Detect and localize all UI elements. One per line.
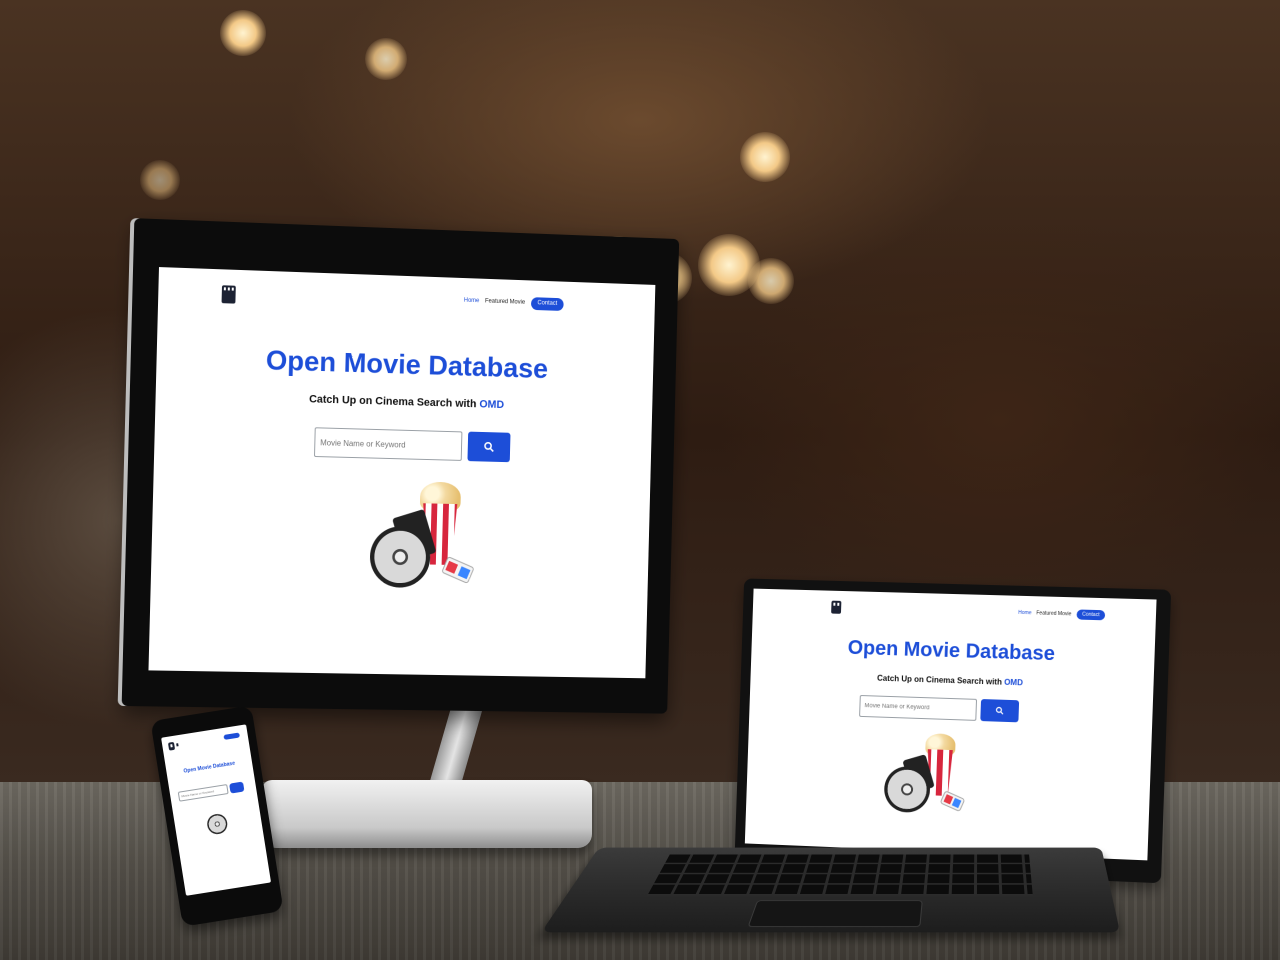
search-input[interactable] bbox=[313, 427, 463, 461]
nav-home-link[interactable]: Home bbox=[1018, 610, 1032, 616]
search-input[interactable] bbox=[859, 694, 978, 721]
trackpad bbox=[747, 900, 923, 928]
subtitle-highlight: OMD bbox=[479, 398, 505, 412]
hero-illustration bbox=[879, 732, 972, 835]
laptop-screen: Home Featured Movie Contact Open Movie D… bbox=[744, 588, 1157, 861]
bokeh-light bbox=[220, 10, 266, 56]
search-icon bbox=[995, 706, 1004, 715]
3d-glasses-icon bbox=[939, 790, 966, 813]
clapperboard-logo-icon[interactable] bbox=[221, 285, 236, 304]
nav-featured-link[interactable]: Featured Movie bbox=[485, 298, 525, 305]
keyboard-keys bbox=[647, 854, 1033, 896]
desktop-site: Home Featured Movie Contact Open Movie D… bbox=[148, 267, 655, 678]
search-icon bbox=[483, 441, 495, 453]
clapperboard-logo-icon[interactable] bbox=[167, 741, 176, 751]
film-reel-icon bbox=[205, 812, 229, 836]
desktop-monitor: Home Featured Movie Contact Open Movie D… bbox=[121, 218, 680, 714]
bokeh-light bbox=[140, 160, 180, 200]
bokeh-light bbox=[740, 132, 790, 182]
search-button[interactable] bbox=[980, 699, 1020, 723]
nav-contact-button[interactable]: Contact bbox=[530, 297, 564, 311]
subtitle-text: Catch Up on Cinema Search with bbox=[308, 393, 480, 411]
nav-featured-link[interactable]: Featured Movie bbox=[1036, 610, 1071, 617]
site-title: Open Movie Database bbox=[847, 636, 1056, 666]
clapperboard-logo-icon[interactable] bbox=[831, 600, 842, 614]
site-subtitle: Catch Up on Cinema Search with OMD bbox=[156, 389, 653, 416]
laptop-keyboard bbox=[541, 847, 1121, 933]
search-button[interactable] bbox=[229, 781, 245, 794]
film-reel-icon bbox=[369, 525, 431, 589]
subtitle-text: Catch Up on Cinema Search with bbox=[876, 673, 1005, 687]
search-input[interactable] bbox=[177, 784, 229, 802]
nav-contact-button[interactable]: Contact bbox=[1076, 609, 1106, 621]
monitor-stand-base bbox=[262, 780, 592, 848]
bokeh-light bbox=[365, 38, 407, 80]
hero-illustration bbox=[366, 480, 486, 620]
site-subtitle: Catch Up on Cinema Search with OMD bbox=[750, 670, 1153, 692]
3d-glasses-icon bbox=[441, 556, 475, 584]
site-title: Open Movie Database bbox=[183, 760, 236, 775]
nav-home-link[interactable]: Home bbox=[464, 298, 480, 304]
laptop-site: Home Featured Movie Contact Open Movie D… bbox=[745, 589, 1157, 861]
film-reel-icon bbox=[883, 765, 931, 814]
search-button[interactable] bbox=[467, 431, 511, 463]
site-title: Open Movie Database bbox=[265, 344, 549, 384]
laptop: Home Featured Movie Contact Open Movie D… bbox=[734, 578, 1172, 884]
phone-screen: Open Movie Database bbox=[161, 724, 272, 896]
subtitle-highlight: OMD bbox=[1003, 677, 1024, 688]
nav-contact-button[interactable] bbox=[223, 732, 240, 740]
bokeh-light bbox=[748, 258, 794, 304]
desktop-screen: Home Featured Movie Contact Open Movie D… bbox=[148, 267, 656, 679]
